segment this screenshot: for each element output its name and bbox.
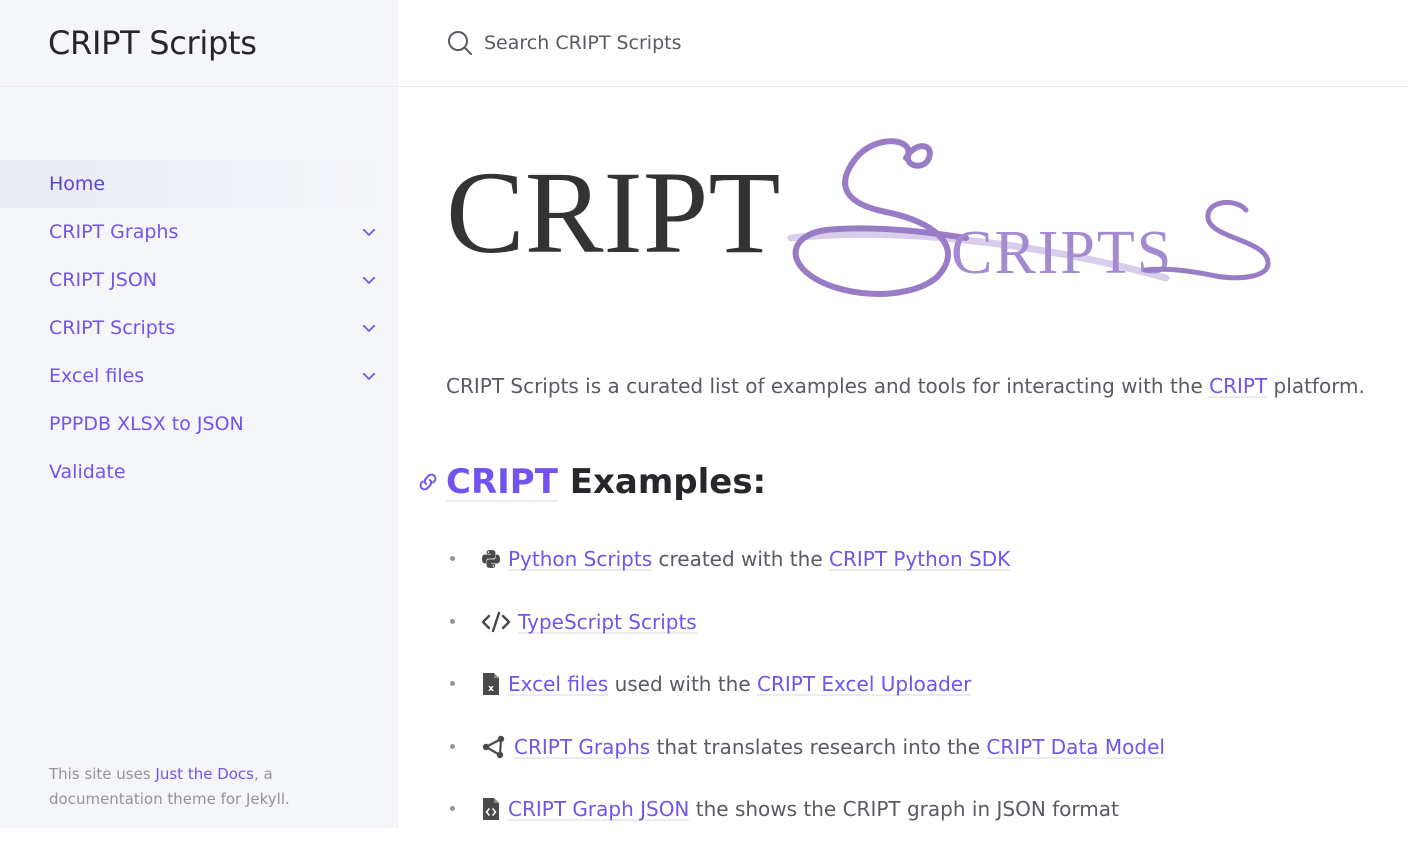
sidebar-footer: This site uses Just the Docs, a document… <box>49 762 349 812</box>
list-item: CRIPT Graphs that translates research in… <box>446 716 1165 779</box>
heading-text: Examples: <box>557 462 767 502</box>
typescript-scripts-link[interactable]: TypeScript Scripts <box>518 609 697 634</box>
sidebar-item-pppdb-xlsx-to-json[interactable]: PPPDB XLSX to JSON <box>0 400 397 448</box>
sidebar-item-cript-graphs[interactable]: CRIPT Graphs <box>0 208 397 256</box>
chevron-down-icon[interactable] <box>357 364 381 388</box>
example-text: used with the <box>608 672 757 697</box>
intro-text: CRIPT Scripts is a curated list of examp… <box>446 374 1210 398</box>
bullet <box>450 743 458 751</box>
python-icon <box>480 548 502 570</box>
cript-platform-link[interactable]: CRIPT <box>1209 374 1268 398</box>
search-input[interactable] <box>482 31 982 55</box>
list-item: CRIPT Graph JSON the shows the CRIPT gra… <box>446 778 1165 841</box>
examples-list: Python Scripts created with the CRIPT Py… <box>446 528 1165 841</box>
sidebar: CRIPT Scripts Home CRIPT Graphs CRIPT JS… <box>0 0 398 828</box>
sidebar-item-label: Excel files <box>49 365 145 387</box>
search-icon <box>448 31 472 55</box>
python-scripts-link[interactable]: Python Scripts <box>508 547 653 572</box>
sidebar-item-cript-scripts[interactable]: CRIPT Scripts <box>0 304 397 352</box>
section-heading: CRIPT Examples: <box>416 462 766 502</box>
code-file-icon <box>480 798 502 821</box>
list-item: TypeScript Scripts <box>446 591 1165 654</box>
cript-data-model-link[interactable]: CRIPT Data Model <box>986 734 1165 759</box>
example-text: created with the <box>652 547 829 572</box>
sidebar-nav: Home CRIPT Graphs CRIPT JSON CRIPT Scrip… <box>0 160 397 496</box>
bullet <box>450 618 458 626</box>
sidebar-item-label: PPPDB XLSX to JSON <box>49 413 244 435</box>
chevron-down-icon[interactable] <box>357 268 381 292</box>
sidebar-item-label: CRIPT Graphs <box>49 221 179 243</box>
cript-graph-json-link[interactable]: CRIPT Graph JSON <box>508 797 690 822</box>
footer-prefix: This site uses <box>49 765 156 783</box>
example-text: the shows the CRIPT graph in JSON format <box>689 797 1119 822</box>
sidebar-item-label: Home <box>49 173 106 195</box>
site-title[interactable]: CRIPT Scripts <box>48 24 257 62</box>
example-text: that translates research into the <box>650 734 987 759</box>
code-icon <box>480 611 512 633</box>
bullet <box>450 680 458 688</box>
list-item: x Excel files used with the CRIPT Excel … <box>446 653 1165 716</box>
just-the-docs-link[interactable]: Just the Docs <box>155 765 254 783</box>
list-item: Python Scripts created with the CRIPT Py… <box>446 528 1165 591</box>
link-icon[interactable] <box>416 470 440 494</box>
cript-python-sdk-link[interactable]: CRIPT Python SDK <box>829 547 1011 572</box>
svg-text:x: x <box>488 684 494 694</box>
intro-paragraph: CRIPT Scripts is a curated list of examp… <box>446 374 1365 398</box>
excel-file-icon: x <box>480 673 502 696</box>
sidebar-item-label: CRIPT Scripts <box>49 317 176 339</box>
bullet <box>450 805 458 813</box>
excel-files-link[interactable]: Excel files <box>508 672 609 697</box>
graph-nodes-icon <box>480 735 508 758</box>
chevron-down-icon[interactable] <box>357 220 381 244</box>
main-content: CRIPT CRIPTS CRIPT Scripts is a curated … <box>398 0 1408 828</box>
sidebar-item-home[interactable]: Home <box>0 160 397 208</box>
heading-cript-link[interactable]: CRIPT <box>446 462 558 502</box>
search-bar <box>398 0 1408 87</box>
chevron-down-icon[interactable] <box>357 316 381 340</box>
bullet <box>450 555 458 563</box>
cript-scripts-logo: CRIPT CRIPTS <box>446 138 1271 297</box>
logo-word-scripts: CRIPTS <box>951 219 1173 287</box>
sidebar-item-validate[interactable]: Validate <box>0 448 397 496</box>
logo-word-cript: CRIPT <box>446 147 780 278</box>
sidebar-item-excel-files[interactable]: Excel files <box>0 352 397 400</box>
sidebar-item-label: CRIPT JSON <box>49 269 158 291</box>
site-header: CRIPT Scripts <box>0 0 397 87</box>
intro-text-end: platform. <box>1267 374 1365 398</box>
sidebar-item-label: Validate <box>49 461 126 483</box>
sidebar-item-cript-json[interactable]: CRIPT JSON <box>0 256 397 304</box>
cript-excel-uploader-link[interactable]: CRIPT Excel Uploader <box>757 672 972 697</box>
cript-graphs-link[interactable]: CRIPT Graphs <box>514 734 651 759</box>
